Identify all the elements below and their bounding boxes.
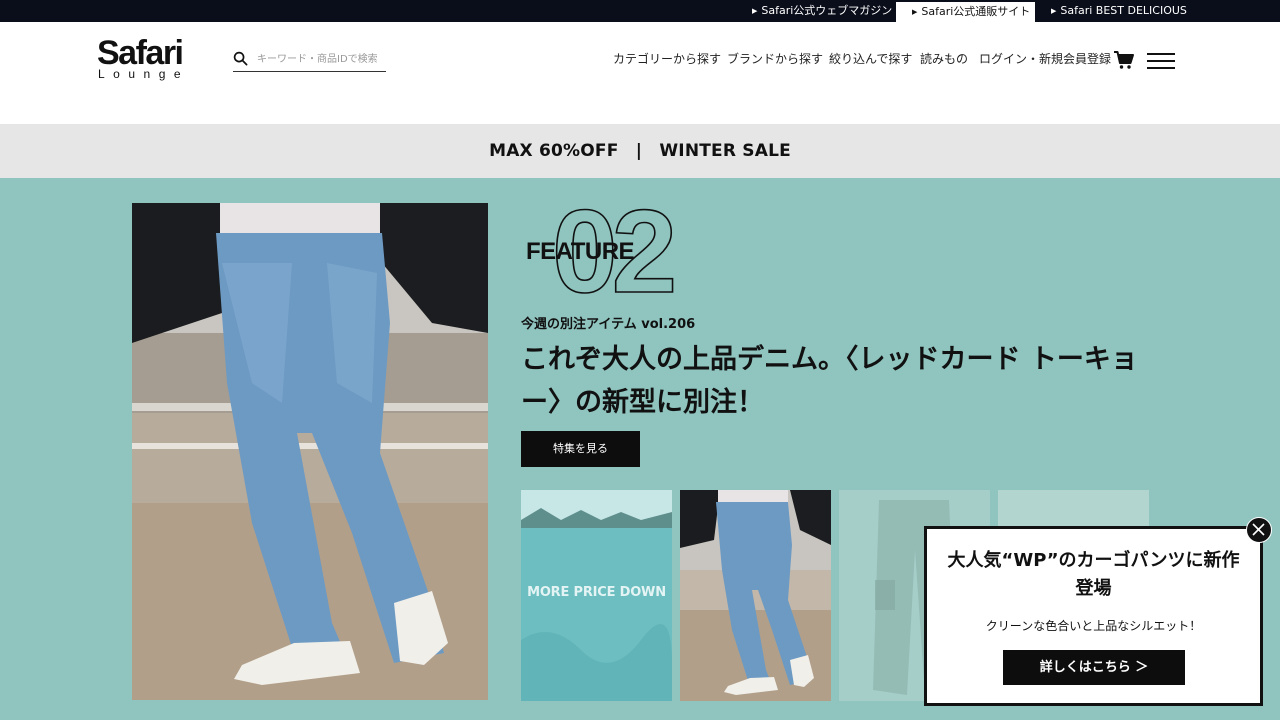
thumbnail-caption: MORE PRICE DOWN (527, 585, 666, 600)
link-web-magazine-label: Safari公式ウェブマガジン (761, 4, 893, 17)
nav-reading[interactable]: 読みもの (920, 51, 968, 67)
triangle-right-icon: ▶ (1051, 7, 1057, 15)
feature-subtitle: 今週の別注アイテム vol.206 (521, 317, 696, 332)
site-logo[interactable]: Safari Lounge (97, 36, 207, 84)
search-input[interactable] (257, 50, 385, 68)
triangle-right-icon: ▶ (912, 8, 918, 16)
denim-model-photo (132, 203, 488, 700)
nav-category[interactable]: カテゴリーから探す (613, 51, 721, 67)
nav-login-register[interactable]: ログイン・新規会員登録 (979, 51, 1111, 67)
link-official-store[interactable]: ▶ Safari公式通販サイト (896, 2, 1035, 22)
top-site-bar: ▶ Safari公式ウェブマガジン ▶ Safari公式通販サイト ▶ Safari … (0, 0, 1280, 22)
nav-brand[interactable]: ブランドから探す (727, 51, 823, 67)
popup-title: 大人気“WP”のカーゴパンツに新作登場 (947, 550, 1240, 599)
sale-banner[interactable]: MAX 60%OFF | WINTER SALE (0, 124, 1280, 178)
cart-icon[interactable] (1113, 50, 1135, 70)
site-header: Safari Lounge カテゴリーから探す ブランドから探す 絞り込んで探す… (0, 22, 1280, 124)
hamburger-menu-icon[interactable] (1147, 53, 1175, 69)
logo-sub-text: Lounge (98, 67, 190, 81)
triangle-right-icon: ▶ (752, 7, 758, 15)
search-bar (233, 48, 386, 72)
link-web-magazine[interactable]: ▶ Safari公式ウェブマガジン (752, 0, 892, 22)
popup-details-button[interactable]: 詳しくはこちら ＞ (1003, 650, 1185, 685)
feature-main-image[interactable] (132, 203, 488, 700)
nav-filter[interactable]: 絞り込んで探す (829, 51, 912, 67)
feature-label: FEATURE (526, 238, 635, 265)
sale-banner-text: MAX 60%OFF | WINTER SALE (489, 141, 791, 161)
feature-title[interactable]: これぞ大人の上品デニム。〈レッドカード トーキョー〉の新型に別注！ (521, 338, 1141, 424)
thumbnail-price-down[interactable]: MORE PRICE DOWN (521, 490, 672, 701)
search-icon[interactable] (233, 51, 248, 66)
thumbnail-denim[interactable] (680, 490, 831, 701)
logo-main-text: Safari (97, 34, 184, 72)
view-feature-button[interactable]: 特集を見る (521, 431, 640, 467)
link-best-delicious[interactable]: ▶ Safari BEST DELICIOUS (1051, 0, 1187, 22)
popup-text: クリーンな色合いと上品なシルエット！ (985, 619, 1202, 633)
popup-close-button[interactable] (1246, 517, 1272, 543)
close-icon (1252, 523, 1265, 536)
denim-thumbnail-photo (680, 490, 831, 701)
promo-popup: 大人気“WP”のカーゴパンツに新作登場 クリーンな色合いと上品なシルエット！ 詳… (924, 526, 1263, 706)
link-official-store-label: Safari公式通販サイト (921, 5, 1031, 18)
link-best-delicious-label: Safari BEST DELICIOUS (1060, 4, 1187, 17)
